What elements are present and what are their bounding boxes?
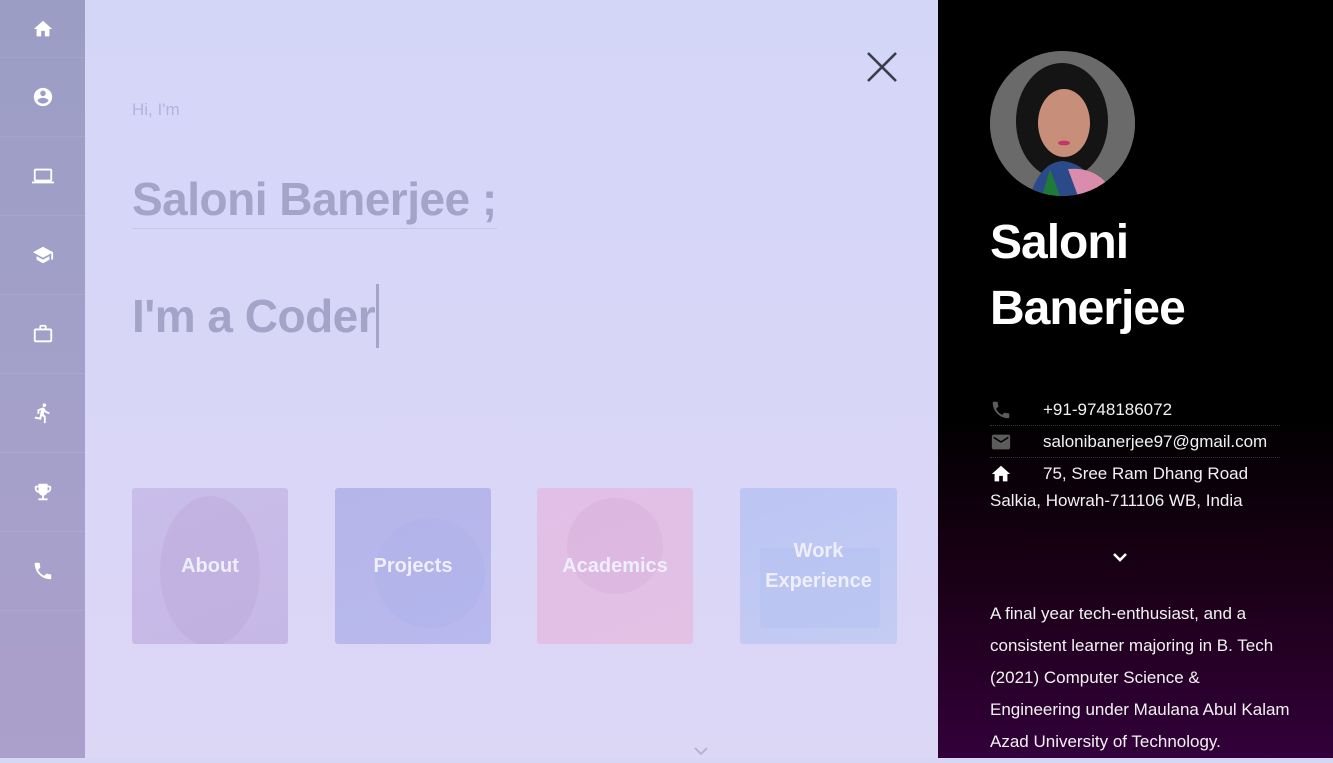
address-line-1: 75, Sree Ram Dhang Road (1043, 463, 1249, 483)
sidebar-item-achievements[interactable] (0, 453, 85, 532)
typed-role: I'm a Coder (132, 284, 380, 348)
tile-academics-label: Academics (562, 555, 668, 577)
account-icon (33, 87, 52, 107)
sidebar-item-about[interactable] (0, 58, 85, 137)
chevron-down-icon (1113, 553, 1127, 562)
tile-academics[interactable]: Academics (537, 488, 693, 644)
email-address[interactable]: salonibanerjee97@gmail.com (1043, 432, 1267, 452)
tile-projects-label: Projects (373, 555, 453, 577)
home-icon (991, 465, 1011, 481)
laptop-icon (31, 168, 54, 184)
sidebar-item-projects[interactable] (0, 137, 85, 216)
profile-first-name: Saloni (990, 216, 1129, 269)
school-icon (32, 246, 53, 264)
close-button[interactable] (865, 50, 899, 84)
sidebar-item-activities[interactable] (0, 374, 85, 453)
sidebar-item-home[interactable] (0, 0, 85, 58)
profile-name: Saloni Banerjee (990, 210, 1310, 342)
address-line-2: Salkia, Howrah-711106 WB, India (990, 491, 1243, 510)
home-icon (33, 20, 52, 36)
greeting-text: Hi, I'm (132, 100, 180, 119)
hero-name: Saloni Banerjee ; (132, 172, 497, 229)
tile-work-experience[interactable]: Work Experience (740, 488, 897, 644)
sidebar-item-academics[interactable] (0, 216, 85, 295)
sidebar-nav (0, 0, 85, 758)
main-content: Hi, I'm Saloni Banerjee ; I'm a Coder Ab… (85, 0, 938, 758)
email-icon (991, 434, 1011, 449)
section-tiles: About Projects Academics Work Experience (132, 488, 898, 644)
run-icon (34, 403, 49, 424)
trophy-icon (34, 483, 51, 501)
phone-number[interactable]: +91-9748186072 (1043, 400, 1172, 420)
profile-panel: Saloni Banerjee +91-9748186072 saloniban… (938, 0, 1333, 758)
sidebar-item-work[interactable] (0, 295, 85, 374)
tile-projects[interactable]: Projects (335, 488, 491, 644)
tile-work-label: Work Experience (765, 540, 872, 592)
scroll-down-button[interactable] (692, 744, 710, 758)
tile-about[interactable]: About (132, 488, 288, 644)
profile-photo (990, 51, 1135, 196)
contact-phone: +91-9748186072 (990, 394, 1280, 426)
expand-button[interactable] (1111, 550, 1129, 564)
profile-last-name: Banerjee (990, 282, 1186, 335)
contact-address: 75, Sree Ram Dhang Road (990, 458, 1280, 489)
text-cursor (376, 284, 380, 348)
typed-role-text: I'm a Coder (132, 290, 376, 342)
contact-email: salonibanerjee97@gmail.com (990, 426, 1280, 458)
close-icon (867, 52, 897, 82)
tile-about-label: About (181, 555, 239, 577)
sidebar-item-contact[interactable] (0, 532, 85, 611)
phone-icon (34, 562, 51, 580)
contact-info: +91-9748186072 salonibanerjee97@gmail.co… (990, 394, 1280, 511)
chevron-down-icon (694, 747, 708, 756)
profile-bio: A final year tech-enthusiast, and a cons… (990, 604, 1290, 751)
phone-icon (992, 401, 1010, 418)
avatar (990, 51, 1135, 196)
briefcase-icon (33, 324, 52, 343)
